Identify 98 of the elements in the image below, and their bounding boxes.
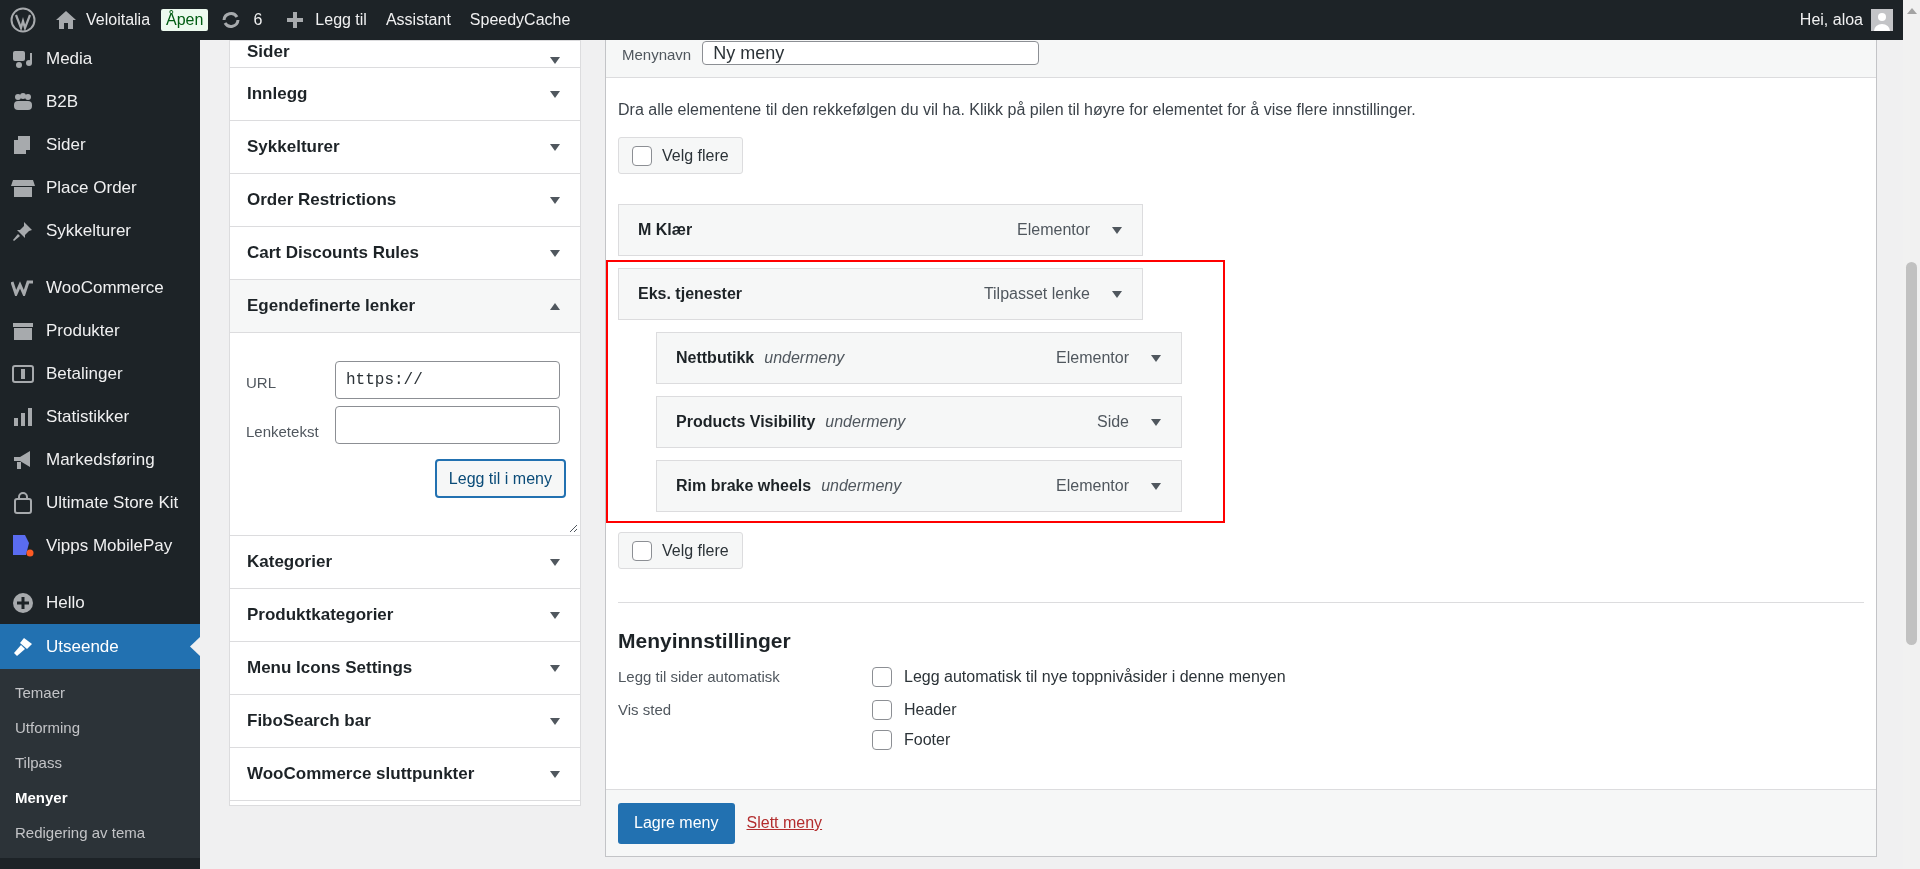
setting-option[interactable]: Header bbox=[872, 697, 957, 722]
menu-item[interactable]: Products Visibility undermeny Side bbox=[656, 396, 1182, 448]
toolbar-link[interactable]: Assistant bbox=[385, 8, 451, 32]
updates-count[interactable]: 6 bbox=[253, 8, 263, 32]
link-text-field[interactable] bbox=[335, 406, 560, 444]
camera-icon bbox=[12, 48, 34, 69]
caret-icon bbox=[550, 770, 560, 778]
avatar-icon[interactable] bbox=[1871, 9, 1893, 31]
save-menu-button[interactable]: Lagre meny bbox=[618, 802, 735, 844]
item-type: Elementor bbox=[1056, 348, 1129, 368]
select-multiple-button[interactable]: Velg flere bbox=[618, 532, 743, 569]
caret-icon bbox=[550, 90, 560, 98]
checkbox[interactable] bbox=[632, 540, 652, 561]
sidebar-item[interactable]: Sider bbox=[0, 123, 200, 166]
sidebar-item[interactable]: Media bbox=[0, 37, 200, 80]
new-link[interactable]: Legg til bbox=[315, 8, 367, 32]
caret-icon bbox=[1112, 290, 1122, 298]
checkbox[interactable] bbox=[872, 699, 892, 720]
field-label: Lenketekst bbox=[246, 421, 320, 442]
toolbar-link[interactable]: SpeedyCache bbox=[469, 8, 571, 32]
caret-icon bbox=[1151, 354, 1161, 362]
sidebar-item[interactable]: Vipps MobilePay bbox=[0, 524, 200, 567]
field-label: Menynavn bbox=[622, 45, 692, 65]
caret-icon bbox=[1112, 226, 1122, 234]
resize-handle-icon[interactable] bbox=[569, 524, 578, 533]
greeting-link[interactable]: Hei, aloa bbox=[1799, 8, 1863, 32]
accordion-header[interactable]: Egendefinerte lenker bbox=[230, 280, 580, 333]
item-sublabel: undermeny bbox=[821, 476, 902, 496]
sidebar-item[interactable]: Statistikker bbox=[0, 395, 200, 438]
menu-item[interactable]: Eks. tjenester Tilpasset lenke bbox=[618, 268, 1143, 320]
submenu-item[interactable]: Menyer bbox=[0, 781, 200, 816]
status-badge: Åpen bbox=[161, 9, 209, 31]
pointer-notch bbox=[190, 637, 200, 656]
checkbox[interactable] bbox=[872, 666, 892, 687]
setting-option[interactable]: Legg automatisk til nye toppnivåsider i denne menyen bbox=[872, 664, 1286, 689]
item-sublabel: undermeny bbox=[825, 412, 906, 432]
setting-option[interactable]: Footer bbox=[872, 727, 957, 752]
archive-box-icon bbox=[12, 320, 34, 341]
zigzag-icon bbox=[11, 279, 35, 296]
bag-icon bbox=[12, 491, 34, 514]
add-to-menu-button[interactable]: Legg til i meny bbox=[434, 459, 566, 498]
caret-icon bbox=[550, 249, 560, 257]
sidebar-item[interactable]: Ultimate Store Kit bbox=[0, 481, 200, 524]
caret-icon bbox=[550, 611, 560, 619]
plus-circle-icon bbox=[12, 591, 34, 614]
people-icon bbox=[12, 91, 34, 112]
scroll-up-arrow-icon[interactable] bbox=[1906, 8, 1917, 14]
sidebar-item[interactable]: Betalinger bbox=[0, 352, 200, 395]
menu-item[interactable]: M Klær Elementor bbox=[618, 204, 1143, 256]
submenu-item[interactable]: Tilpass bbox=[0, 746, 200, 781]
instructions-text: Dra alle elementene til den rekkefølgen du vil ha. Klikk på pilen til høyre for elementet for å vise flere innstillinger. bbox=[618, 100, 1417, 120]
home-icon[interactable] bbox=[55, 10, 77, 30]
url-field[interactable]: https:// bbox=[335, 361, 560, 399]
field-label: URL bbox=[246, 372, 277, 393]
sidebar-item[interactable]: Markedsføring bbox=[0, 438, 200, 481]
item-type: Elementor bbox=[1056, 476, 1129, 496]
setting-label: Vis sted bbox=[618, 699, 673, 720]
caret-icon bbox=[1151, 482, 1161, 490]
checkbox[interactable] bbox=[632, 145, 652, 166]
brush-icon bbox=[12, 636, 34, 657]
item-type: Side bbox=[1096, 412, 1129, 432]
sidebar-item[interactable]: Hello bbox=[0, 581, 200, 624]
item-sublabel: undermeny bbox=[764, 348, 845, 368]
submenu-item[interactable]: Utforming bbox=[0, 711, 200, 746]
sidebar-item[interactable]: Sykkelturer bbox=[0, 209, 200, 252]
sidebar-item[interactable]: WooCommerce bbox=[0, 266, 200, 309]
caret-icon bbox=[550, 302, 560, 310]
caret-icon bbox=[550, 196, 560, 204]
banknote-icon bbox=[12, 363, 34, 384]
sidebar-item[interactable]: B2B bbox=[0, 80, 200, 123]
wordpress-logo-icon[interactable] bbox=[10, 7, 36, 33]
submenu-item[interactable]: Temaer bbox=[0, 676, 200, 711]
menu-name-field[interactable]: Ny meny bbox=[702, 41, 1040, 65]
site-name-link[interactable]: Veloitalia bbox=[86, 8, 151, 32]
caret-icon bbox=[550, 558, 560, 566]
item-type: Tilpasset lenke bbox=[983, 284, 1090, 304]
checkbox[interactable] bbox=[872, 729, 892, 750]
plus-icon[interactable] bbox=[287, 12, 304, 28]
store-icon bbox=[11, 177, 35, 198]
bar-chart-icon bbox=[12, 406, 34, 427]
sidebar-item[interactable]: Utseende bbox=[0, 624, 200, 669]
pin-icon bbox=[12, 220, 34, 241]
caret-icon bbox=[550, 717, 560, 725]
caret-icon bbox=[550, 57, 560, 64]
flag-dot-icon bbox=[11, 534, 35, 557]
menu-item[interactable]: Nettbutikk undermeny Elementor bbox=[656, 332, 1182, 384]
sidebar-item[interactable]: Produkter bbox=[0, 309, 200, 352]
caret-icon bbox=[550, 143, 560, 151]
caret-icon bbox=[1151, 418, 1161, 426]
item-type: Elementor bbox=[1017, 220, 1090, 240]
sidebar-item[interactable]: Place Order bbox=[0, 166, 200, 209]
select-multiple-button[interactable]: Velg flere bbox=[618, 137, 743, 174]
caret-icon bbox=[550, 664, 560, 672]
setting-label: Legg til sider automatisk bbox=[618, 666, 781, 687]
delete-menu-link[interactable]: Slett meny bbox=[746, 811, 823, 835]
menu-item[interactable]: Rim brake wheels undermeny Elementor bbox=[656, 460, 1182, 512]
settings-heading: Menyinnstillinger bbox=[618, 628, 792, 654]
submenu-item[interactable]: Redigering av tema bbox=[0, 816, 200, 851]
